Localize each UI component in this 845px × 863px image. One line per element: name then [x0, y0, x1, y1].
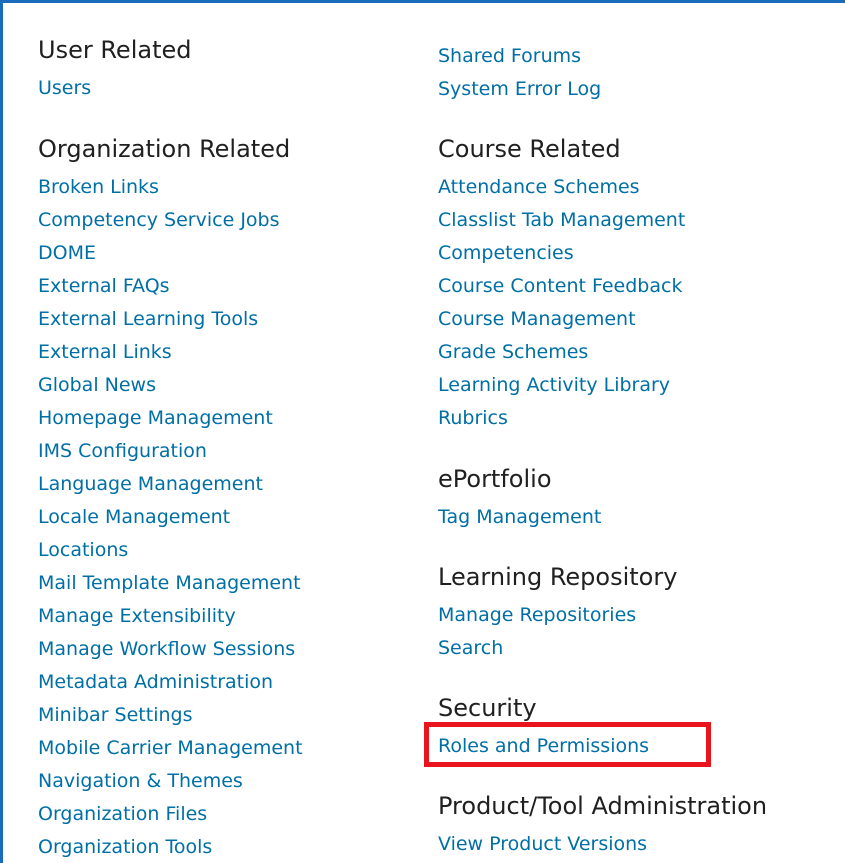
link-classlist-tab-management[interactable]: Classlist Tab Management — [438, 208, 685, 232]
heading-organization-related: Organization Related — [38, 135, 291, 163]
heading-eportfolio: ePortfolio — [438, 465, 552, 493]
link-grade-schemes[interactable]: Grade Schemes — [438, 340, 588, 364]
link-language-management[interactable]: Language Management — [38, 472, 263, 496]
link-view-product-versions[interactable]: View Product Versions — [438, 832, 647, 856]
link-system-error-log[interactable]: System Error Log — [438, 77, 601, 101]
heading-security: Security — [438, 694, 537, 722]
link-competencies[interactable]: Competencies — [438, 241, 574, 265]
heading-course-related: Course Related — [438, 135, 621, 163]
link-broken-links[interactable]: Broken Links — [38, 175, 159, 199]
heading-product-tool-administration: Product/Tool Administration — [438, 792, 768, 820]
link-rubrics[interactable]: Rubrics — [438, 406, 508, 430]
admin-tools-panel: User Related Users Organization Related … — [0, 0, 845, 863]
link-external-learning-tools[interactable]: External Learning Tools — [38, 307, 258, 331]
link-course-content-feedback[interactable]: Course Content Feedback — [438, 274, 682, 298]
link-course-management[interactable]: Course Management — [438, 307, 636, 331]
link-external-links[interactable]: External Links — [38, 340, 172, 364]
heading-user-related: User Related — [38, 36, 192, 64]
link-locale-management[interactable]: Locale Management — [38, 505, 230, 529]
link-manage-repositories[interactable]: Manage Repositories — [438, 603, 636, 627]
link-learning-activity-library[interactable]: Learning Activity Library — [438, 373, 670, 397]
link-search[interactable]: Search — [438, 636, 503, 660]
link-global-news[interactable]: Global News — [38, 373, 156, 397]
link-locations[interactable]: Locations — [38, 538, 128, 562]
link-manage-extensibility[interactable]: Manage Extensibility — [38, 604, 236, 628]
link-external-faqs[interactable]: External FAQs — [38, 274, 170, 298]
link-organization-tools[interactable]: Organization Tools — [38, 835, 212, 859]
link-mail-template-management[interactable]: Mail Template Management — [38, 571, 301, 595]
link-mobile-carrier-management[interactable]: Mobile Carrier Management — [38, 736, 303, 760]
link-manage-workflow-sessions[interactable]: Manage Workflow Sessions — [38, 637, 295, 661]
link-users[interactable]: Users — [38, 76, 91, 100]
link-ims-configuration[interactable]: IMS Configuration — [38, 439, 207, 463]
heading-learning-repository: Learning Repository — [438, 563, 678, 591]
link-organization-files[interactable]: Organization Files — [38, 802, 207, 826]
link-attendance-schemes[interactable]: Attendance Schemes — [438, 175, 640, 199]
link-navigation-themes[interactable]: Navigation & Themes — [38, 769, 243, 793]
link-homepage-management[interactable]: Homepage Management — [38, 406, 273, 430]
highlight-box — [424, 722, 711, 767]
link-dome[interactable]: DOME — [38, 241, 96, 265]
link-competency-service-jobs[interactable]: Competency Service Jobs — [38, 208, 280, 232]
link-tag-management[interactable]: Tag Management — [438, 505, 601, 529]
link-metadata-administration[interactable]: Metadata Administration — [38, 670, 273, 694]
link-shared-forums[interactable]: Shared Forums — [438, 44, 581, 68]
link-minibar-settings[interactable]: Minibar Settings — [38, 703, 192, 727]
